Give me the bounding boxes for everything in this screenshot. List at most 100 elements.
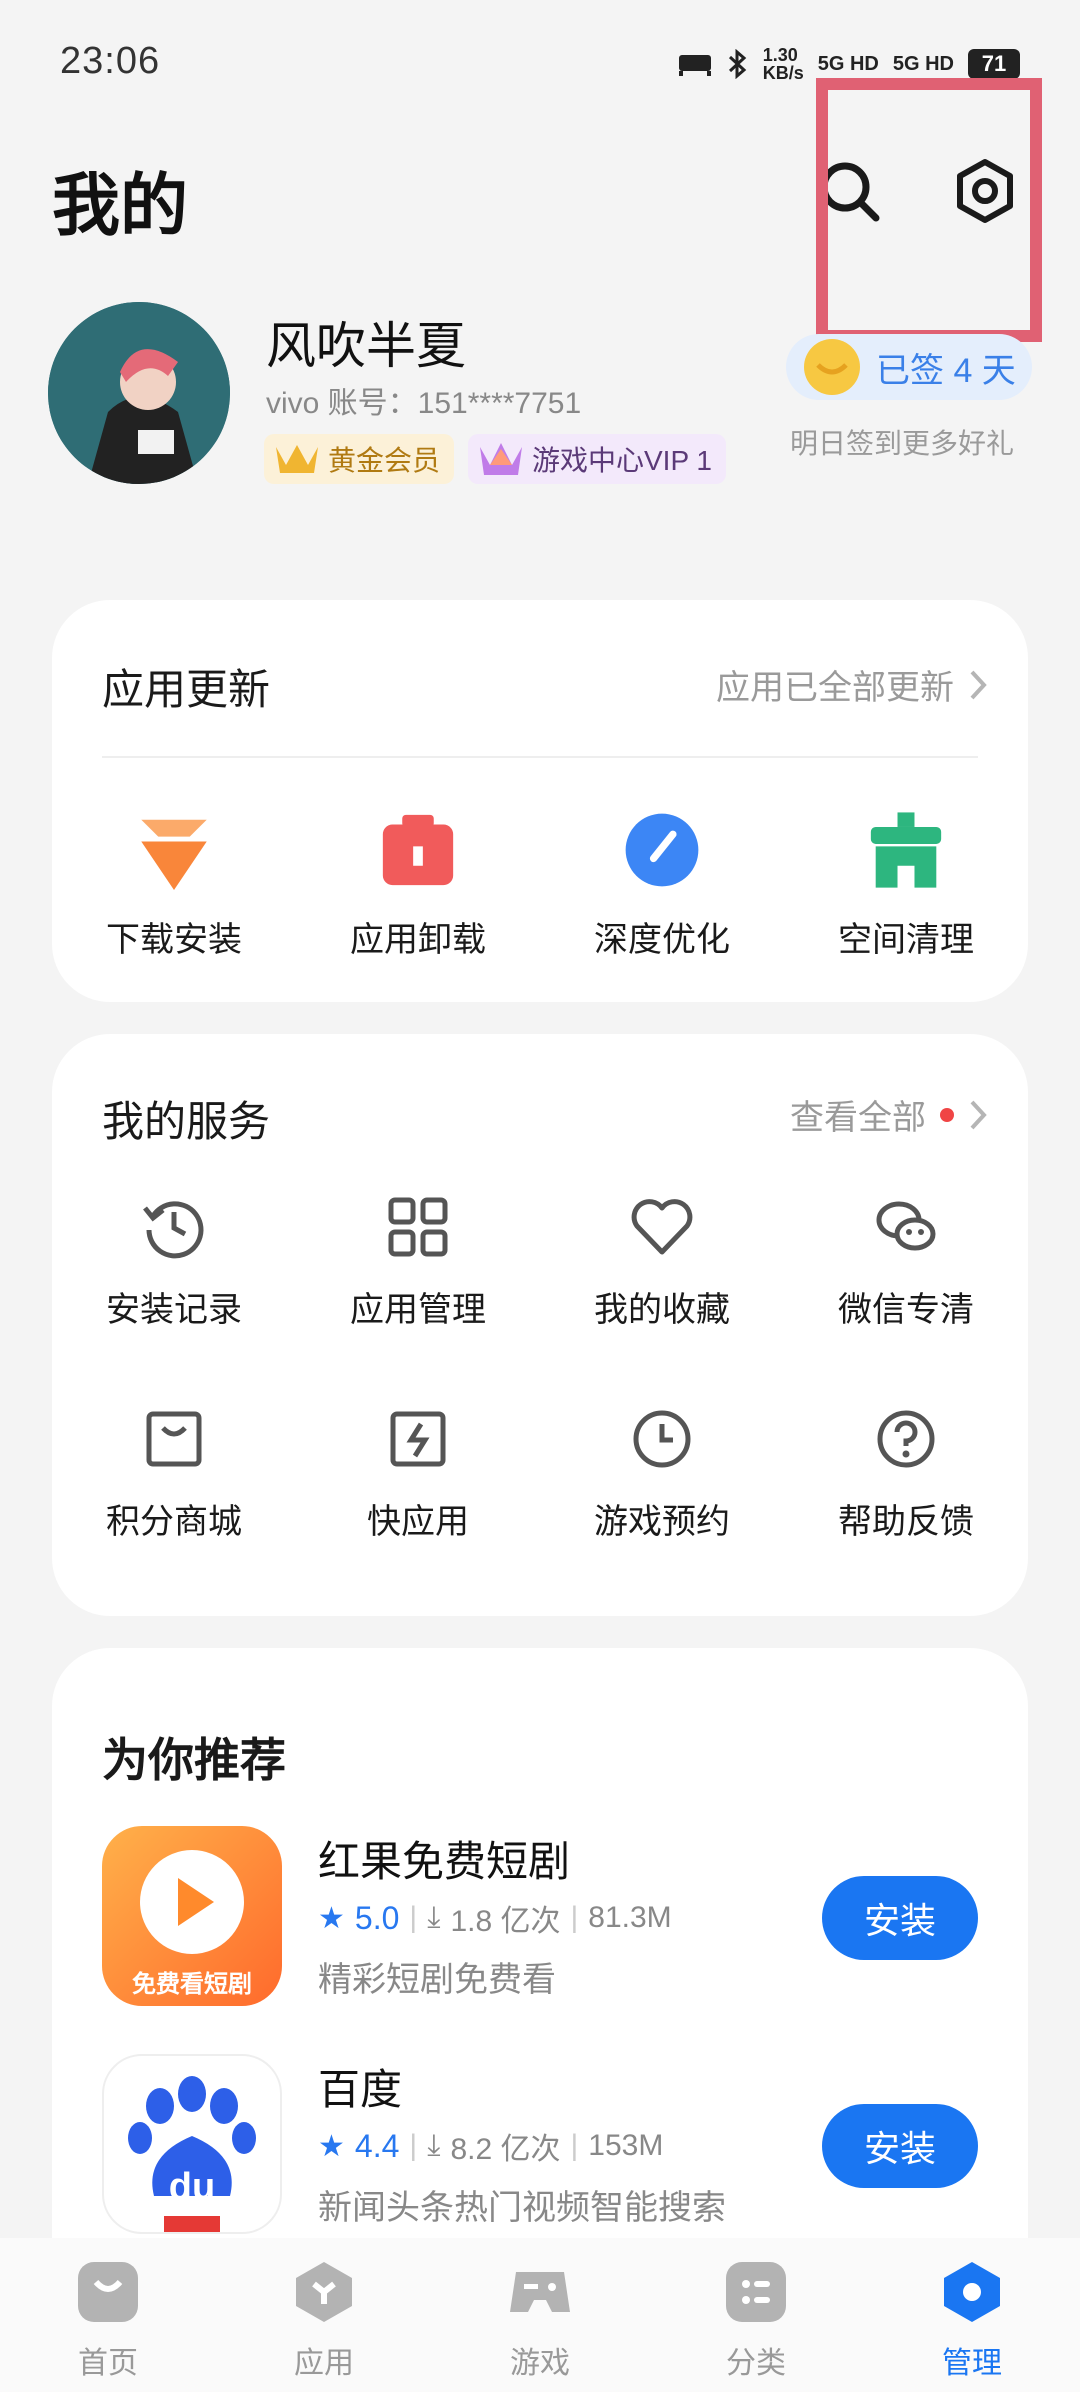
highlight-box [816, 78, 1042, 342]
nav-apps-label: 应用 [294, 2347, 354, 2380]
star-icon: ★ [318, 1901, 345, 1935]
signal-1: 5G HD [817, 52, 879, 75]
my-services-card: 我的服务 查看全部 安装记录 应用管理 我的收藏 微信专清 积分商城 快应用 游… [52, 1034, 1028, 1616]
separator: | [409, 1901, 418, 1934]
page-title: 我的 [52, 168, 189, 244]
gamepad-icon [510, 2272, 570, 2312]
game-reserve-item[interactable]: 游戏预约 [540, 1406, 784, 1543]
app-manage-label: 应用管理 [350, 1291, 486, 1329]
manage-icon [944, 2262, 1000, 2322]
category-icon [726, 2262, 786, 2322]
net-speed: 1.30 KB/s [762, 45, 804, 83]
trash-icon [382, 814, 454, 886]
app-manage-item[interactable]: 应用管理 [296, 1194, 540, 1331]
baidu-du-text: du [168, 2166, 216, 2208]
app-updates-status[interactable]: 应用已全部更新 [716, 660, 988, 709]
app-updates-title: 应用更新 [102, 666, 271, 713]
install-history-label: 安装记录 [106, 1291, 242, 1329]
space-clean-item[interactable]: 空间清理 [784, 810, 1028, 961]
gold-member-label: 黄金会员 [328, 445, 441, 476]
nav-games-label: 游戏 [510, 2347, 570, 2380]
nav-manage-label: 管理 [942, 2347, 1002, 2380]
download-small-icon: ⤓ [427, 1901, 441, 1934]
apps-icon [296, 2262, 352, 2322]
download-icon [141, 819, 207, 890]
app-size: 81.3M [588, 1901, 672, 1934]
separator: | [570, 2129, 579, 2162]
app-icon-baidu[interactable]: du [102, 2054, 282, 2234]
bottom-nav: 首页 应用 游戏 分类 管理 [0, 2238, 1080, 2392]
quick-app-item[interactable]: 快应用 [296, 1406, 540, 1543]
wechat-clean-label: 微信专清 [838, 1291, 974, 1329]
uninstall-item[interactable]: 应用卸载 [296, 810, 540, 961]
avatar-illustration [48, 302, 230, 484]
heart-icon [631, 1199, 693, 1255]
separator: | [409, 2129, 418, 2162]
app-meta: ★ 4.4 | ⤓ 8.2 亿次 | 153M [318, 2124, 663, 2168]
game-vip-label: 游戏中心VIP 1 [532, 445, 712, 476]
smile-coin-icon [804, 339, 860, 395]
app-name[interactable]: 红果免费短剧 [318, 1828, 570, 1889]
home-icon [78, 2262, 138, 2322]
app-score: 4.4 [354, 2127, 400, 2164]
services-row-2: 积分商城 快应用 游戏预约 帮助反馈 [52, 1406, 1028, 1543]
battery-icon: 71 [968, 49, 1020, 79]
avatar[interactable] [48, 302, 230, 484]
view-all-label: 查看全部 [790, 1099, 926, 1137]
deep-optimize-label: 深度优化 [594, 921, 730, 959]
favorites-item[interactable]: 我的收藏 [540, 1194, 784, 1331]
status-icons: 1.30 KB/s 5G HD 5G HD 71 [677, 46, 1020, 82]
nav-home[interactable]: 首页 [0, 2238, 216, 2392]
history-icon [143, 1201, 204, 1259]
app-name[interactable]: 百度 [318, 2056, 402, 2117]
nav-apps[interactable]: 应用 [216, 2238, 432, 2392]
help-icon [877, 1410, 935, 1468]
install-history-item[interactable]: 安装记录 [52, 1194, 296, 1331]
divider [102, 756, 978, 758]
game-vip-badge[interactable]: 游戏中心VIP 1 [468, 434, 726, 484]
signin-hint: 明日签到更多好礼 [790, 428, 1015, 459]
chevron-right-icon [970, 670, 987, 699]
app-desc: 精彩短剧免费看 [318, 1961, 556, 1999]
app-meta: ★ 5.0 | ⤓ 1.8 亿次 | 81.3M [318, 1896, 672, 1940]
wechat-clean-item[interactable]: 微信专清 [784, 1194, 1028, 1331]
download-small-icon: ⤓ [427, 2129, 441, 2162]
crown-vip-icon [480, 443, 522, 475]
install-button[interactable]: 安装 [822, 1876, 978, 1960]
separator: | [570, 1901, 579, 1934]
help-feedback-label: 帮助反馈 [838, 1503, 974, 1541]
shopping-bag-icon [146, 1411, 202, 1467]
download-install-item[interactable]: 下载安装 [52, 810, 296, 961]
points-mall-label: 积分商城 [106, 1503, 242, 1541]
app-size: 153M [588, 2129, 664, 2162]
bed-icon [678, 55, 711, 76]
deep-optimize-item[interactable]: 深度优化 [540, 810, 784, 961]
nav-category[interactable]: 分类 [648, 2238, 864, 2392]
nav-manage[interactable]: 管理 [864, 2238, 1080, 2392]
app-score: 5.0 [354, 1899, 400, 1936]
update-actions: 下载安装 应用卸载 深度优化 空间清理 [52, 810, 1028, 961]
gold-member-badge[interactable]: 黄金会员 [264, 434, 455, 484]
app-icon-hongguo[interactable]: 免费看短剧 [102, 1826, 282, 2006]
crown-gold-icon [276, 445, 318, 473]
help-feedback-item[interactable]: 帮助反馈 [784, 1406, 1028, 1543]
view-all-link[interactable]: 查看全部 [790, 1090, 988, 1139]
app-desc: 新闻头条热门视频智能搜索 [318, 2189, 726, 2227]
app-updates-status-label: 应用已全部更新 [716, 669, 954, 707]
quick-app-label: 快应用 [367, 1503, 469, 1541]
game-reserve-label: 游戏预约 [594, 1503, 730, 1541]
uninstall-label: 应用卸载 [350, 921, 486, 959]
wechat-icon [876, 1201, 936, 1251]
quick-app-icon [390, 1411, 446, 1467]
chevron-right-icon [970, 1100, 987, 1129]
account-id: vivo 账号：151****7751 [266, 387, 582, 420]
points-mall-item[interactable]: 积分商城 [52, 1406, 296, 1543]
app-downloads: 8.2 亿次 [450, 2133, 561, 2166]
install-button[interactable]: 安装 [822, 2104, 978, 2188]
recommend-card: 为你推荐 免费看短剧 红果免费短剧 ★ 5.0 | ⤓ 1.8 亿次 | 81.… [52, 1648, 1028, 2268]
favorites-label: 我的收藏 [594, 1291, 730, 1329]
clean-house-icon [870, 812, 942, 888]
nav-games[interactable]: 游戏 [432, 2238, 648, 2392]
signin-button[interactable]: 已签 4 天 [786, 334, 1032, 400]
star-icon: ★ [318, 2129, 345, 2163]
